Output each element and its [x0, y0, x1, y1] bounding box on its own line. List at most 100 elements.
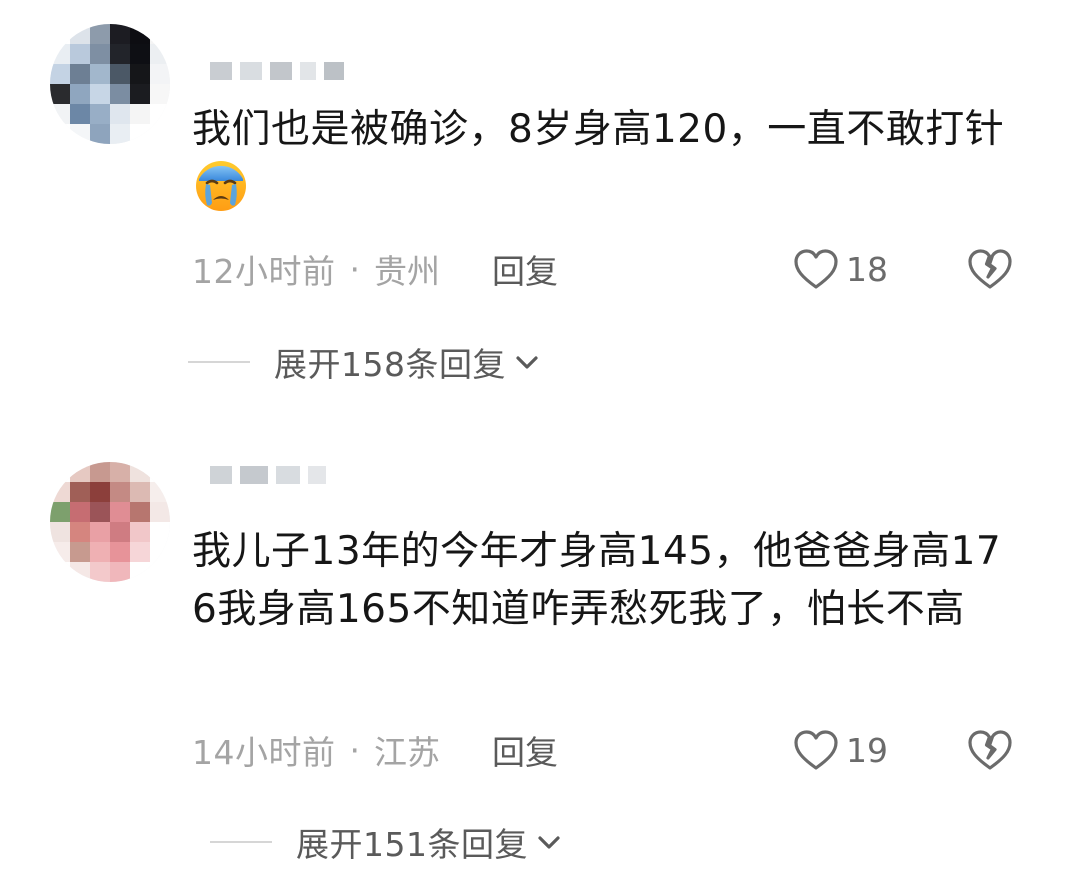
avatar-pixel: [90, 562, 110, 582]
avatar-pixel: [110, 542, 130, 562]
avatar-pixel: [130, 502, 150, 522]
comment-text-content: 我们也是被确诊，8岁身高120，一直不敢打针: [192, 107, 1005, 152]
username-pixel: [210, 466, 232, 484]
avatar-pixel: [150, 562, 170, 582]
avatar-pixel: [50, 462, 70, 482]
avatar-pixel: [70, 482, 90, 502]
avatar-pixel: [70, 522, 90, 542]
broken-heart-icon: [968, 249, 1012, 289]
avatar-pixel: [150, 104, 170, 124]
comment-text-content: 我儿子13年的今年才身高145，他爸爸身高176我身高165不知道咋弄愁死我了，…: [192, 529, 1002, 632]
avatar-pixel: [130, 542, 150, 562]
avatar-pixel: [90, 124, 110, 144]
username-pixel: [300, 62, 316, 80]
avatar-pixel: [110, 24, 130, 44]
avatar-pixel: [130, 24, 150, 44]
username-pixel: [240, 466, 268, 484]
expand-replies-button[interactable]: 展开158条回复: [188, 337, 542, 387]
avatar-pixel: [110, 104, 130, 124]
avatar-pixel: [110, 482, 130, 502]
avatar-pixel: [110, 502, 130, 522]
avatar-pixel: [110, 562, 130, 582]
comment-text: 我们也是被确诊，8岁身高120，一直不敢打针: [192, 101, 1022, 218]
avatar-pixel: [130, 562, 150, 582]
avatar-pixel: [150, 64, 170, 84]
avatar-pixel: [130, 44, 150, 64]
avatar[interactable]: [50, 462, 170, 582]
avatar-pixel: [150, 502, 170, 522]
avatar-pixel: [90, 542, 110, 562]
avatar-pixel: [90, 482, 110, 502]
avatar-pixel: [50, 562, 70, 582]
timestamp: 14小时前: [192, 733, 336, 772]
divider-line: [210, 841, 272, 843]
comment-text: 我儿子13年的今年才身高145，他爸爸身高176我身高165不知道咋弄愁死我了，…: [192, 523, 1022, 639]
avatar-pixel: [90, 522, 110, 542]
username-pixel: [324, 62, 344, 80]
username[interactable]: [210, 58, 344, 84]
avatar-pixel: [50, 522, 70, 542]
crying-face-emoji-icon: [194, 159, 248, 213]
timestamp: 12小时前: [192, 252, 336, 291]
location: 江苏: [374, 733, 440, 772]
avatar-pixel: [110, 44, 130, 64]
avatar[interactable]: [50, 24, 170, 144]
avatar-pixel: [150, 482, 170, 502]
avatar-pixel: [130, 84, 150, 104]
location: 贵州: [374, 252, 440, 291]
avatar-pixel: [110, 64, 130, 84]
username-pixel: [240, 62, 262, 80]
username-pixel: [270, 62, 292, 80]
chevron-down-icon: [538, 836, 560, 849]
avatar-pixel: [70, 44, 90, 64]
meta-separator: ·: [349, 730, 361, 770]
avatar-pixel: [90, 24, 110, 44]
avatar-pixel: [70, 462, 90, 482]
avatar-pixel: [150, 522, 170, 542]
like-button[interactable]: 19: [792, 725, 888, 775]
like-count: 18: [846, 249, 888, 289]
avatar-pixel: [50, 24, 70, 44]
avatar-pixel: [70, 64, 90, 84]
dislike-button[interactable]: [966, 727, 1014, 773]
avatar-pixel: [50, 542, 70, 562]
avatar-pixel: [150, 44, 170, 64]
username[interactable]: [210, 462, 326, 488]
reply-button[interactable]: 回复: [492, 245, 558, 293]
avatar-pixel: [50, 482, 70, 502]
avatar-pixel: [150, 24, 170, 44]
avatar-pixel: [70, 24, 90, 44]
comment-meta: 14小时前 · 江苏 回复 19: [192, 725, 1022, 775]
avatar-pixel: [130, 522, 150, 542]
avatar-pixel: [90, 44, 110, 64]
comment-item: 我们也是被确诊，8岁身高120，一直不敢打针 12小时前 · 贵州 回复 18 …: [0, 0, 1076, 420]
divider-line: [188, 361, 250, 363]
avatar-pixel: [50, 502, 70, 522]
reply-button[interactable]: 回复: [492, 726, 558, 774]
avatar-pixel: [90, 64, 110, 84]
avatar-pixel: [70, 502, 90, 522]
avatar-pixel: [90, 104, 110, 124]
avatar-pixel: [70, 542, 90, 562]
avatar-pixel: [150, 84, 170, 104]
avatar-pixel: [50, 44, 70, 64]
heart-icon: [794, 730, 838, 770]
username-pixel: [276, 466, 300, 484]
avatar-pixel: [90, 462, 110, 482]
avatar-pixel: [150, 462, 170, 482]
comment-meta: 12小时前 · 贵州 回复 18: [192, 244, 1022, 294]
like-button[interactable]: 18: [792, 244, 888, 294]
avatar-pixel: [130, 124, 150, 144]
expand-replies-button[interactable]: 展开151条回复: [210, 817, 564, 867]
username-pixel: [308, 466, 326, 484]
avatar-pixel: [50, 84, 70, 104]
avatar-pixel: [90, 84, 110, 104]
avatar-pixel: [70, 562, 90, 582]
avatar-pixel: [130, 64, 150, 84]
dislike-button[interactable]: [966, 246, 1014, 292]
avatar-pixel: [110, 462, 130, 482]
avatar-pixel: [70, 84, 90, 104]
avatar-pixel: [70, 104, 90, 124]
avatar-pixel: [150, 542, 170, 562]
avatar-pixel: [110, 84, 130, 104]
